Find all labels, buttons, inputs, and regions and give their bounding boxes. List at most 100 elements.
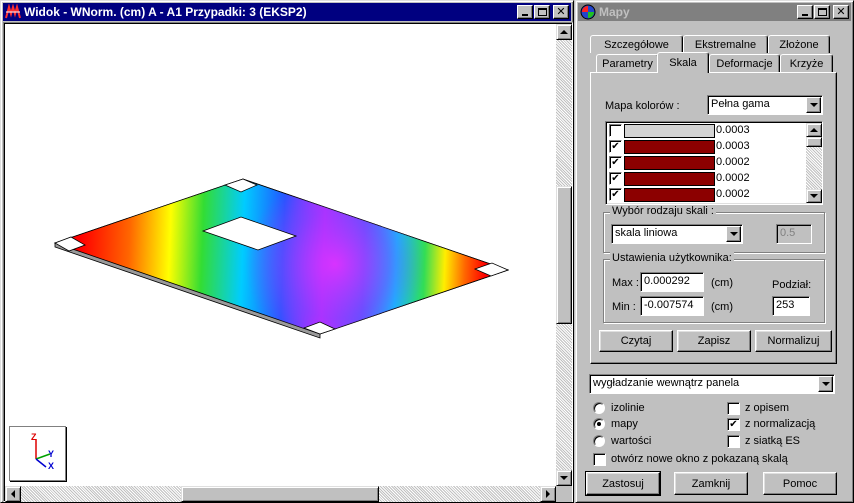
chk-grid-label[interactable]: z siatką ES [745,435,800,447]
chk-description[interactable] [727,402,740,415]
read-button[interactable]: Czytaj [599,330,673,352]
maps-close-button[interactable]: ✕ [833,5,849,19]
minimize-button[interactable] [517,5,533,19]
scale-type-param-input[interactable]: 0.5 [776,224,812,244]
checkmark-icon: ✔ [611,140,620,152]
scale-type-group: Wybór rodzaju skali : skala liniowa 0.5 [603,205,825,253]
save-button[interactable]: Zapisz [677,330,751,352]
scale-item-value: 0.0002 [716,188,750,200]
normalize-button[interactable]: Normalizuj [755,330,832,352]
scale-list-rows: 0.0003 ✔ 0.0003 ✔ 0.0002 ✔ 0.0002 ✔ 0.0002 [606,122,806,204]
maps-minimize-button[interactable] [797,5,813,19]
radio-values[interactable] [593,435,605,447]
radio-maps[interactable] [593,418,605,430]
smoothing-dropdown-button[interactable] [818,376,833,392]
division-label: Podział: [772,279,812,291]
axis-x-label: X [48,461,55,471]
scale-type-select[interactable]: skala liniowa [611,224,743,244]
arrow-right-icon [546,490,550,498]
tab-zlozone[interactable]: Złożone [768,35,830,53]
chk-new-window[interactable] [593,453,606,466]
user-settings-group: Ustawienia użytkownika: Max : 0.000292 (… [603,252,825,323]
color-map-dropdown-button[interactable] [806,97,821,113]
vscroll-thumb[interactable] [556,186,572,324]
scale-item-color-swatch[interactable] [624,172,715,186]
close-dialog-button[interactable]: Zamknij [674,472,748,495]
color-map-select[interactable]: Pełna gama [707,95,823,115]
tab-krzyze[interactable]: Krzyże [780,54,833,72]
min-input[interactable]: -0.007574 [640,296,704,316]
scale-item-checkbox[interactable] [609,124,622,137]
radio-isolines[interactable] [593,402,605,414]
chk-description-label[interactable]: z opisem [745,402,789,414]
scale-list-scroll-down[interactable] [806,189,822,203]
scale-item-color-swatch[interactable] [624,124,715,138]
scale-list-scroll-up[interactable] [806,123,822,137]
division-input[interactable]: 253 [772,296,810,316]
maps-window: Mapy ✕ Szczegółowe Ekstremalne Złożone P… [575,0,854,503]
max-input[interactable]: 0.000292 [640,272,704,292]
axes-indicator: Z Y X [9,426,66,481]
scroll-right-button[interactable] [540,486,556,502]
scale-item-value: 0.0003 [716,140,750,152]
scale-list-item[interactable]: ✔ 0.0002 [608,155,804,171]
arrow-up-icon [810,128,818,132]
checkmark-icon: ✔ [729,418,738,430]
scroll-up-button[interactable] [556,24,572,40]
scale-type-dropdown-button[interactable] [726,226,741,242]
arrow-left-icon [11,490,15,498]
view-titlebar[interactable]: Widok - WNorm. (cm) A - A1 Przypadki: 3 … [3,3,571,21]
scale-item-checkbox[interactable]: ✔ [609,140,622,153]
max-unit: (cm) [711,277,733,289]
chevron-down-icon [821,382,830,386]
scale-item-checkbox[interactable]: ✔ [609,172,622,185]
scale-list-item[interactable]: ✔ 0.0002 [608,187,804,203]
scroll-corner [556,486,572,502]
chk-normalization-label[interactable]: z normalizacją [745,418,815,430]
scale-list-item[interactable]: 0.0003 [608,123,804,139]
scale-item-checkbox[interactable]: ✔ [609,188,622,201]
maps-titlebar[interactable]: Mapy ✕ [578,3,851,21]
maps-maximize-button[interactable] [814,5,830,19]
scale-item-color-swatch[interactable] [624,140,715,154]
scale-item-value: 0.0003 [716,124,750,136]
hscroll-thumb[interactable] [181,486,379,502]
chk-grid[interactable] [727,435,740,448]
view-window: Widok - WNorm. (cm) A - A1 Przypadki: 3 … [0,0,574,503]
scale-item-checkbox[interactable]: ✔ [609,156,622,169]
checkmark-icon: ✔ [611,172,620,184]
scroll-left-button[interactable] [5,486,21,502]
radio-isolines-label[interactable]: izolinie [611,402,645,414]
radio-maps-label[interactable]: mapy [611,418,638,430]
scroll-down-button[interactable] [556,470,572,486]
smoothing-select[interactable]: wygładzanie wewnątrz panela [589,374,835,394]
chevron-down-icon [809,103,818,107]
maps-title: Mapy [599,5,630,19]
close-button[interactable]: ✕ [553,5,569,19]
axes-icon [35,439,51,468]
scale-list-thumb[interactable] [806,137,822,147]
tab-parametry[interactable]: Parametry [596,54,659,72]
scale-list-item[interactable]: ✔ 0.0002 [608,171,804,187]
scale-list[interactable]: 0.0003 ✔ 0.0003 ✔ 0.0002 ✔ 0.0002 ✔ 0.0002 [605,121,823,205]
tab-skala[interactable]: Skala [657,52,709,73]
scale-list-item[interactable]: ✔ 0.0003 [608,139,804,155]
close-icon: ✕ [556,6,566,18]
radio-values-label[interactable]: wartości [611,435,651,447]
axis-z-label: Z [31,432,37,442]
smoothing-value: wygładzanie wewnątrz panela [593,377,740,389]
scale-item-value: 0.0002 [716,156,750,168]
view-canvas[interactable] [5,24,556,486]
apply-button[interactable]: Zastosuj [585,471,661,496]
tab-szczegolowe[interactable]: Szczegółowe [590,35,683,53]
chk-new-window-label[interactable]: otwórz nowe okno z pokazaną skalą [611,453,788,465]
tab-deformacje[interactable]: Deformacje [709,54,780,72]
help-button[interactable]: Pomoc [763,472,837,495]
scale-item-color-swatch[interactable] [624,156,715,170]
scale-item-color-swatch[interactable] [624,188,715,202]
chk-normalization[interactable]: ✔ [727,418,740,431]
maximize-button[interactable] [534,5,550,19]
tab-ekstremalne[interactable]: Ekstremalne [683,35,768,53]
maps-app-icon [580,4,596,20]
min-label: Min : [612,301,636,313]
